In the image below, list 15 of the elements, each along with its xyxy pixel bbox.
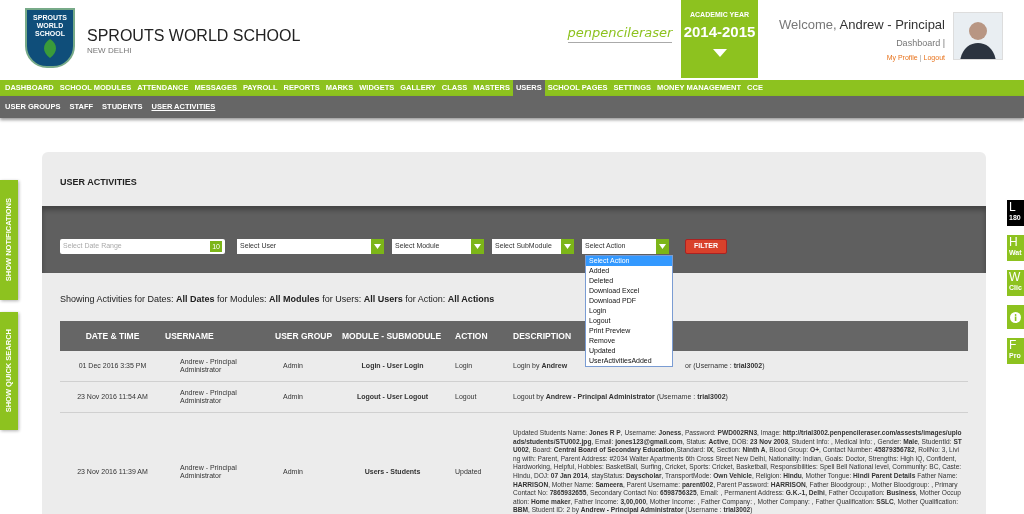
- school-city: NEW DELHI: [87, 45, 133, 57]
- down-arrow-icon: [712, 48, 727, 57]
- column-header[interactable]: DESCRIPTION: [510, 329, 572, 343]
- column-header[interactable]: USER GROUP: [275, 329, 330, 343]
- column-header[interactable]: USERNAME: [165, 329, 275, 343]
- column-header[interactable]: DATE & TIME: [60, 329, 165, 343]
- column-header[interactable]: ACTION: [455, 329, 510, 343]
- info-tab[interactable]: [1007, 305, 1024, 329]
- dashboard-link[interactable]: Dashboard |: [896, 37, 945, 51]
- avatar: [953, 12, 1003, 60]
- school-name: SPROUTS WORLD SCHOOL: [87, 27, 302, 45]
- filter-summary: Showing Activities for Dates: All Dates for Modules: All Modules for Users: All Users for Action: All Actions: [60, 294, 495, 304]
- welcome-text: Welcome, Andrew - Principal: [779, 17, 945, 33]
- info-icon: [1010, 311, 1021, 323]
- panel-title: USER ACTIVITIES: [60, 177, 137, 187]
